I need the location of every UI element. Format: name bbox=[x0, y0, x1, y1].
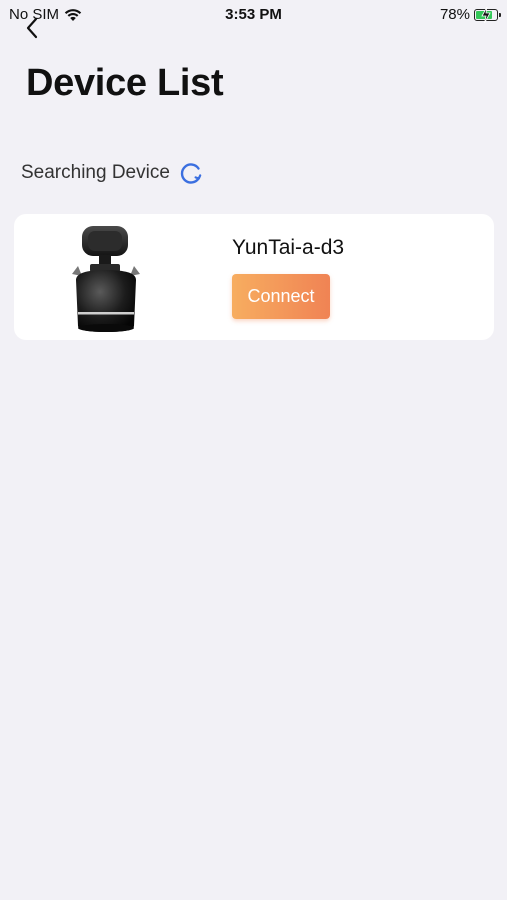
loading-spinner-icon bbox=[180, 163, 202, 184]
battery-indicator: 78% bbox=[439, 6, 501, 23]
charging-bolt-icon bbox=[481, 6, 491, 23]
searching-status: Searching Device bbox=[21, 160, 204, 186]
searching-label: Searching Device bbox=[21, 162, 170, 183]
chevron-left-icon bbox=[26, 17, 38, 39]
battery-percent: 78% bbox=[439, 6, 470, 23]
status-bar: No SIM 3:53 PM 78% bbox=[0, 0, 507, 28]
device-name: YunTai-a-d3 bbox=[232, 236, 345, 259]
back-button[interactable] bbox=[18, 14, 46, 42]
status-time: 3:53 PM bbox=[225, 6, 282, 23]
connect-button[interactable]: Connect bbox=[232, 274, 330, 319]
page-title: Device List bbox=[26, 62, 224, 104]
gimbal-device-image bbox=[72, 226, 140, 332]
device-card[interactable]: YunTai-a-d3 Connect bbox=[14, 214, 494, 340]
battery-icon bbox=[474, 6, 501, 23]
